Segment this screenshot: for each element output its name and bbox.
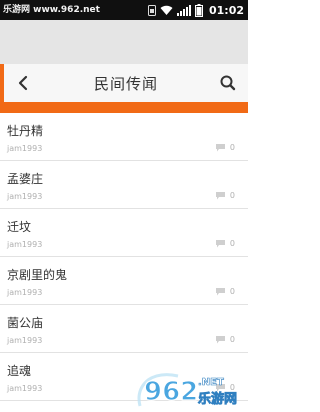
search-icon bbox=[220, 75, 236, 91]
item-author: jam1993 bbox=[7, 240, 43, 249]
comment-count-group: 0 bbox=[215, 143, 235, 152]
comment-count: 0 bbox=[229, 191, 235, 200]
signal-icon bbox=[176, 4, 191, 16]
item-author: jam1993 bbox=[7, 384, 43, 393]
item-author: jam1993 bbox=[7, 288, 43, 297]
item-title: 牡丹精 bbox=[7, 124, 44, 138]
list-item[interactable]: 孟婆庄 jam1993 0 bbox=[0, 161, 248, 209]
comment-icon bbox=[215, 288, 225, 296]
item-title: 追魂 bbox=[7, 364, 32, 378]
watermark-brand: 乐游网 bbox=[198, 391, 237, 407]
wifi-icon bbox=[160, 5, 173, 15]
comment-count: 0 bbox=[229, 335, 235, 344]
list-item[interactable]: 牡丹精 jam1993 0 bbox=[0, 113, 248, 161]
app-header: 民间传闻 bbox=[0, 64, 248, 102]
item-title: 京剧里的鬼 bbox=[7, 268, 68, 282]
search-button[interactable] bbox=[218, 73, 238, 93]
status-icons: 01:02 bbox=[147, 2, 244, 18]
comment-count-group: 0 bbox=[215, 191, 235, 200]
watermark-logo-text: 962 bbox=[144, 377, 198, 407]
battery-icon bbox=[194, 3, 203, 17]
status-watermark-text: 乐游网 www.962.net bbox=[3, 5, 100, 15]
item-author: jam1993 bbox=[7, 336, 43, 345]
accent-bar bbox=[0, 102, 248, 113]
comment-count-group: 0 bbox=[215, 239, 235, 248]
item-author: jam1993 bbox=[7, 192, 43, 201]
list-item[interactable]: 京剧里的鬼 jam1993 0 bbox=[0, 257, 248, 305]
page-title: 民间传闻 bbox=[93, 75, 158, 93]
item-title: 菌公庙 bbox=[7, 316, 44, 330]
item-title: 迁坟 bbox=[7, 220, 32, 234]
clock: 01:02 bbox=[208, 3, 244, 17]
comment-count-group: 0 bbox=[215, 335, 235, 344]
status-bar: 乐游网 www.962.net 01:02 bbox=[0, 0, 248, 20]
list-item[interactable]: 菌公庙 jam1993 0 bbox=[0, 305, 248, 353]
comment-icon bbox=[215, 240, 225, 248]
watermark-domain: .NET bbox=[198, 377, 224, 388]
story-list: 牡丹精 jam1993 0 孟婆庄 jam1993 0 迁坟 jam1993 0… bbox=[0, 113, 248, 401]
blank-band bbox=[0, 20, 248, 64]
comment-count: 0 bbox=[229, 143, 235, 152]
comment-count-group: 0 bbox=[215, 287, 235, 296]
comment-count: 0 bbox=[229, 239, 235, 248]
comment-count: 0 bbox=[229, 287, 235, 296]
comment-icon bbox=[215, 144, 225, 152]
item-title: 孟婆庄 bbox=[7, 172, 44, 186]
list-item[interactable]: 迁坟 jam1993 0 bbox=[0, 209, 248, 257]
comment-icon bbox=[215, 336, 225, 344]
site-watermark-logo: 962 .NET 乐游网 bbox=[137, 373, 237, 408]
sim-icon bbox=[147, 4, 156, 16]
item-author: jam1993 bbox=[7, 144, 43, 153]
comment-icon bbox=[215, 192, 225, 200]
